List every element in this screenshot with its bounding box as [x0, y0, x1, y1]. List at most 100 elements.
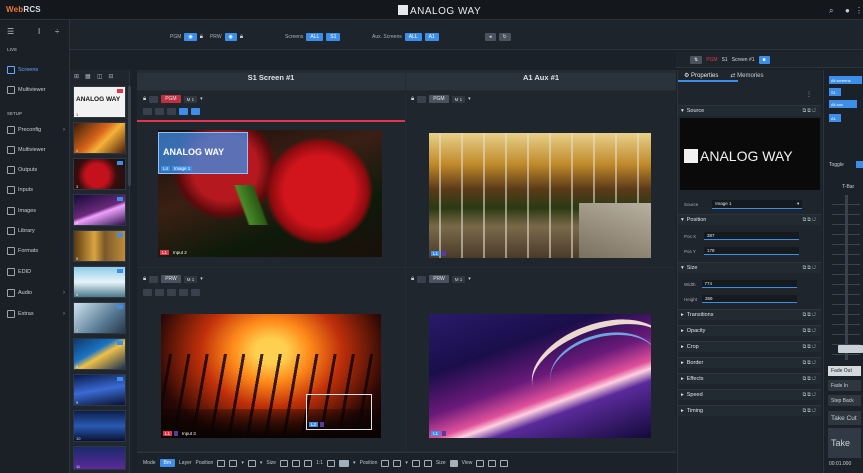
section-actions-icon[interactable]: ⧉⧉↺ — [803, 392, 817, 398]
lock-icon[interactable]: 🔒︎ — [143, 96, 146, 103]
layer-button[interactable] — [417, 95, 427, 103]
chevron-down-icon[interactable]: ▾ — [241, 460, 244, 466]
section-actions-icon[interactable]: ⧉⧉↺ — [803, 312, 817, 318]
more-icon[interactable]: ⋮ — [806, 91, 812, 98]
source-section[interactable]: ▾ Source ⧉⧉↺ — [678, 105, 821, 116]
thumbnail-4[interactable]: 4 — [73, 194, 126, 226]
screen-s1-button[interactable]: S1 — [326, 33, 341, 41]
view-quad-icon[interactable] — [488, 459, 497, 467]
expand-icon[interactable] — [304, 459, 313, 467]
timing-section[interactable]: ▸ Timing ⧉⧉↺ — [678, 405, 821, 416]
layer-mode-button[interactable]: Layer — [179, 460, 192, 466]
redo-button[interactable]: ↻ — [498, 33, 511, 41]
sidebar-item-formats[interactable]: Formats — [4, 242, 68, 259]
square-icon[interactable] — [411, 459, 420, 467]
chevron-down-icon[interactable]: ▾ — [405, 460, 408, 466]
prw-eye-button[interactable]: ◉ — [224, 33, 237, 41]
layer-button[interactable] — [417, 275, 427, 283]
sidebar-item-extras[interactable]: Extras › — [4, 305, 68, 322]
take-duration[interactable]: 00:01.000 — [829, 461, 851, 467]
speed-section[interactable]: ▸ Speed ⧉⧉↺ — [678, 389, 821, 400]
align-rows-icon[interactable] — [247, 459, 256, 467]
pgm-eye-button[interactable]: ◉ — [184, 33, 197, 41]
sidebar-item-images[interactable]: Images — [4, 202, 68, 219]
tool-button[interactable] — [191, 289, 200, 296]
crop-section[interactable]: ▸ Crop ⧉⧉↺ — [678, 341, 821, 352]
tool-button[interactable] — [191, 108, 200, 115]
thumbnail-7[interactable]: 7 — [73, 302, 126, 334]
sidebar-item-preconfig[interactable]: Preconfig › — [4, 121, 68, 138]
section-actions-icon[interactable]: ⧉⧉↺ — [803, 376, 817, 382]
section-actions-icon[interactable]: ⧉⧉↺ — [803, 360, 817, 366]
step-back-button[interactable]: Step Back — [828, 395, 861, 406]
thumbnail-9[interactable]: 9 — [73, 374, 126, 406]
pos-y-input[interactable]: 178 — [703, 247, 799, 255]
lock-icon[interactable]: 🔒︎ — [143, 276, 146, 283]
all-screens-button[interactable]: All screens — [829, 76, 862, 84]
section-actions-icon[interactable]: ⧉⧉↺ — [803, 408, 817, 414]
section-actions-icon[interactable]: ⧉⧉↺ — [803, 217, 817, 223]
a1-pgm-canvas[interactable]: L1 — [429, 133, 651, 258]
a1-prw-canvas[interactable]: L1 — [429, 314, 651, 438]
align-grid-icon[interactable] — [217, 459, 226, 467]
memory-dropdown[interactable]: M 1 — [451, 275, 466, 283]
app-logo[interactable]: WebRCS — [6, 5, 41, 14]
s1-select-button[interactable]: S1 — [829, 88, 841, 96]
user-icon[interactable]: ● — [845, 6, 850, 15]
sidebar-item-edid[interactable]: EDID — [4, 263, 68, 280]
sync-icon[interactable]: ⇅ — [690, 56, 703, 64]
more-icon[interactable]: ⋮ — [855, 6, 863, 15]
layer-outline[interactable]: L2 — [306, 394, 372, 430]
sidebar-item-library[interactable]: Library — [4, 222, 68, 239]
menu-icon[interactable]: ☰ — [7, 27, 14, 36]
size-tool-icon[interactable] — [449, 459, 458, 467]
view-list-icon[interactable] — [500, 459, 509, 467]
screens-all-button[interactable]: ALL — [306, 33, 324, 41]
filter-icon[interactable]: ⊟ — [108, 73, 113, 80]
thumbnail-1[interactable]: ANALOG WAY 1 — [73, 86, 126, 118]
tool-button[interactable] — [179, 289, 188, 296]
section-actions-icon[interactable]: ⧉⧉↺ — [803, 265, 817, 271]
thumbnail-3[interactable]: 3 — [73, 158, 126, 190]
list-icon[interactable]: ▦ — [85, 73, 91, 80]
fit-icon[interactable] — [280, 459, 289, 467]
s1-prw-canvas[interactable]: L2 L1 Input 3 — [161, 314, 381, 438]
position-section[interactable]: ▾ Position ⧉⧉↺ — [678, 214, 821, 225]
position-tool-icon[interactable] — [381, 459, 390, 467]
tool-button[interactable] — [167, 289, 176, 296]
crop-icon[interactable] — [423, 459, 432, 467]
sidebar-item-outputs[interactable]: Outputs — [4, 161, 68, 178]
size-section[interactable]: ▾ Size ⧉⧉↺ — [678, 262, 821, 273]
layer-button[interactable] — [149, 95, 159, 103]
opacity-section[interactable]: ▸ Opacity ⧉⧉↺ — [678, 325, 821, 336]
tool-button[interactable] — [155, 289, 164, 296]
image-layer-box[interactable]: ANALOG WAY L4 Image 1 — [158, 132, 248, 174]
tool-button[interactable] — [179, 108, 188, 115]
tool-button[interactable] — [155, 108, 164, 115]
ratio-button[interactable]: 1:1 — [316, 460, 323, 466]
a1-select-button[interactable]: A1 — [829, 114, 841, 122]
transitions-section[interactable]: ▸ Transitions ⧉⧉↺ — [678, 309, 821, 320]
fade-out-button[interactable]: Fade Out — [828, 366, 861, 376]
memory-dropdown[interactable]: M 1 — [451, 95, 466, 103]
sidebar-item-inputs[interactable]: Inputs — [4, 181, 68, 198]
lock-icon[interactable]: 🔒︎ — [411, 96, 414, 103]
gallery-icon[interactable]: ◫ — [97, 73, 103, 80]
pos-x-input[interactable]: 387 — [704, 232, 800, 240]
tool-button[interactable] — [143, 108, 152, 115]
section-actions-icon[interactable]: ⧉⧉↺ — [803, 108, 817, 114]
fill-icon[interactable] — [292, 459, 301, 467]
tab-properties[interactable]: ⚙ Properties — [684, 72, 718, 79]
tab-memories[interactable]: ⇄ Memories — [730, 72, 763, 79]
toggle-switch[interactable] — [856, 161, 863, 168]
take-cut-button[interactable]: Take Cut — [828, 411, 861, 425]
tool-button[interactable] — [167, 108, 176, 115]
thumbnail-2[interactable]: 2 — [73, 122, 126, 154]
memory-dropdown[interactable]: M 1 — [183, 95, 198, 103]
mode-bm-button[interactable]: Bm — [159, 459, 176, 467]
view-single-icon[interactable] — [476, 459, 485, 467]
width-icon[interactable] — [339, 459, 350, 467]
memory-dropdown[interactable]: M 1 — [183, 275, 198, 283]
sidebar-item-multiviewer[interactable]: Multiviewer — [4, 141, 68, 158]
height-input[interactable]: 359 — [702, 295, 798, 303]
